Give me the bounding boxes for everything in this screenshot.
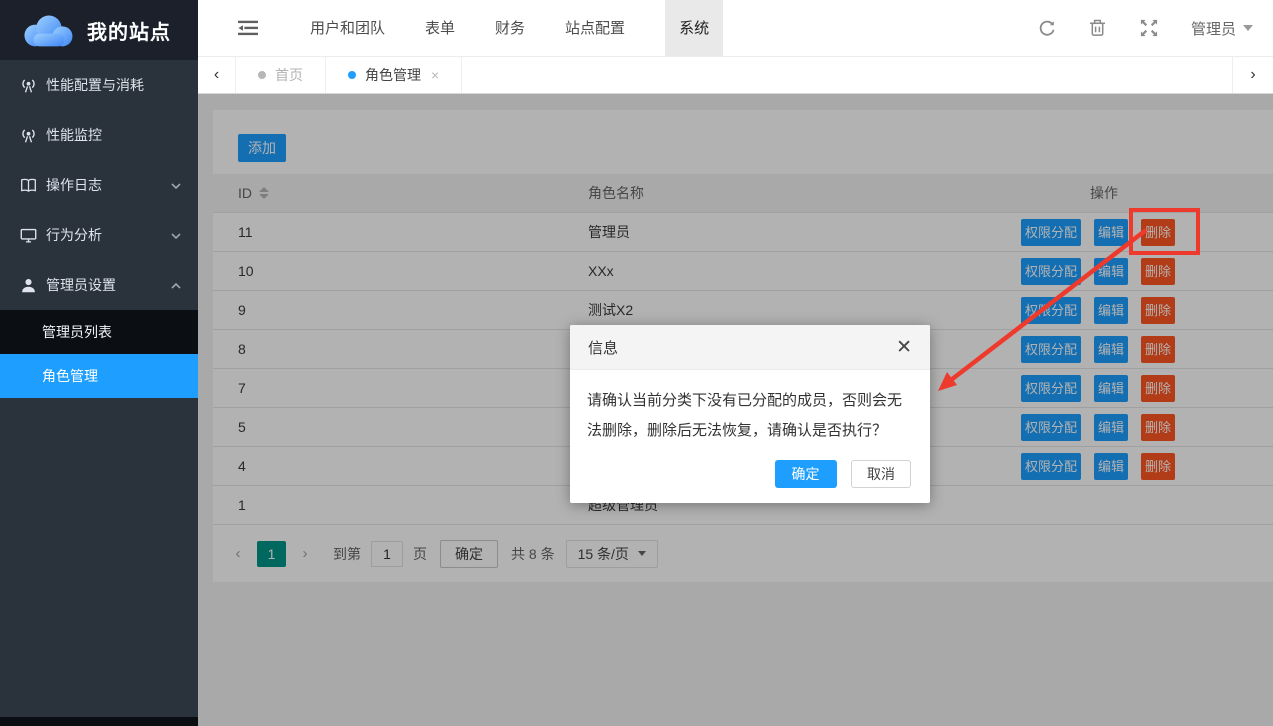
sidebar-item[interactable]: 行为分析	[0, 210, 198, 260]
cloud-icon	[19, 10, 77, 50]
user-name: 管理员	[1191, 18, 1236, 39]
logo-bar: 我的站点	[0, 0, 198, 60]
nav-right: 管理员	[1038, 0, 1273, 56]
sidebar-submenu: 管理员列表角色管理	[0, 310, 198, 398]
topnav: 用户和团队 表单 财务 站点配置 系统 管	[198, 0, 1273, 57]
tab-close-icon[interactable]: ×	[431, 67, 439, 83]
app-title: 我的站点	[87, 16, 171, 45]
page-tab-label: 角色管理	[365, 65, 421, 85]
broadcast-icon	[20, 77, 37, 94]
dialog-title: 信息	[588, 337, 896, 358]
broadcast-icon	[20, 127, 37, 144]
tabs-scroll-left-icon[interactable]: ‹	[198, 57, 236, 93]
nav-tab-users-teams[interactable]: 用户和团队	[310, 0, 385, 56]
nav-tab-finance[interactable]: 财务	[495, 0, 525, 56]
dialog-message: 请确认当前分类下没有已分配的成员，否则会无法删除，删除后无法恢复，请确认是否执行…	[570, 370, 930, 460]
refresh-icon[interactable]	[1038, 19, 1056, 37]
page-tab-role-management[interactable]: 角色管理 ×	[326, 57, 462, 93]
sidebar-item[interactable]: 性能监控	[0, 110, 198, 160]
tabs-scroll-right-icon[interactable]: ›	[1232, 57, 1273, 93]
book-icon	[20, 177, 37, 194]
monitor-icon	[20, 227, 37, 244]
confirm-button[interactable]: 确定	[775, 460, 837, 488]
sidebar-subitem[interactable]: 角色管理	[0, 354, 198, 398]
fullscreen-icon[interactable]	[1140, 19, 1158, 37]
sidebar-bottom-strip	[0, 717, 198, 726]
sidebar-item-label: 行为分析	[46, 225, 170, 245]
page-tab-home[interactable]: 首页	[236, 57, 326, 93]
page-tabs-bar: ‹ 首页 角色管理 × ›	[198, 57, 1273, 94]
chevron-up-icon	[170, 279, 182, 291]
sidebar-subitem[interactable]: 管理员列表	[0, 310, 198, 354]
dialog-header: 信息 ✕	[570, 325, 930, 370]
sidebar-item[interactable]: 管理员设置	[0, 260, 198, 310]
nav-tab-site-config[interactable]: 站点配置	[565, 0, 625, 56]
chevron-down-icon	[170, 179, 182, 191]
sidebar-item-label: 操作日志	[46, 175, 170, 195]
trash-icon[interactable]	[1089, 19, 1107, 37]
dialog-footer: 确定 取消	[570, 460, 930, 503]
sidebar: 我的站点 性能配置与消耗性能监控操作日志行为分析管理员设置管理员列表角色管理	[0, 0, 198, 726]
sidebar-item-label: 管理员设置	[46, 275, 170, 295]
user-dropdown[interactable]: 管理员	[1191, 18, 1253, 39]
tab-dot-icon	[258, 71, 266, 79]
side-menu: 性能配置与消耗性能监控操作日志行为分析管理员设置管理员列表角色管理	[0, 60, 198, 398]
close-icon[interactable]: ✕	[896, 338, 912, 357]
sidebar-item-label: 性能配置与消耗	[46, 75, 182, 95]
nav-tab-forms[interactable]: 表单	[425, 0, 455, 56]
confirm-dialog: 信息 ✕ 请确认当前分类下没有已分配的成员，否则会无法删除，删除后无法恢复，请确…	[570, 325, 930, 503]
nav-tab-system[interactable]: 系统	[665, 0, 723, 56]
sidebar-item[interactable]: 性能配置与消耗	[0, 60, 198, 110]
chevron-down-icon	[170, 229, 182, 241]
collapse-menu-icon[interactable]	[238, 0, 258, 56]
page-tab-label: 首页	[275, 65, 303, 85]
user-icon	[20, 277, 37, 294]
tab-dot-icon	[348, 71, 356, 79]
chevron-down-icon	[1243, 25, 1253, 31]
sidebar-item[interactable]: 操作日志	[0, 160, 198, 210]
cancel-button[interactable]: 取消	[851, 460, 911, 488]
sidebar-item-label: 性能监控	[46, 125, 182, 145]
